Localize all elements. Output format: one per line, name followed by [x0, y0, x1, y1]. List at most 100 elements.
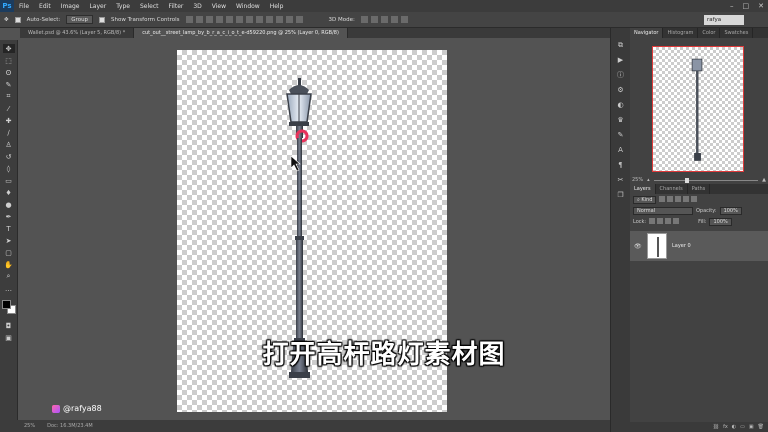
history-panel-icon[interactable]: ⧉ — [616, 40, 626, 50]
opacity-field[interactable]: 100% — [719, 206, 742, 215]
styles-panel-icon[interactable]: ♛ — [616, 115, 626, 125]
link-layers-icon[interactable]: ⛓ — [713, 424, 719, 430]
lock-icons[interactable] — [649, 217, 681, 226]
trash-icon[interactable]: 🗑 — [758, 424, 764, 430]
paragraph-panel-icon[interactable]: ¶ — [616, 160, 626, 170]
character-panel-icon[interactable]: A — [616, 145, 626, 155]
zoom-out-icon[interactable]: ▴ — [647, 177, 650, 183]
pen-tool-icon[interactable]: ✒ — [3, 212, 15, 221]
close-button[interactable]: ✕ — [758, 2, 764, 10]
menu-item-help[interactable]: Help — [265, 3, 289, 10]
auto-select-target-dropdown[interactable]: Group — [66, 15, 94, 24]
tab-swatches[interactable]: Swatches — [720, 28, 754, 38]
eyedropper-tool-icon[interactable]: ⁄ — [3, 104, 15, 113]
menu-item-file[interactable]: File — [14, 3, 34, 10]
mask-icon[interactable]: ◐ — [732, 424, 736, 430]
zoom-readout[interactable]: 25% — [24, 423, 35, 429]
menu-item-select[interactable]: Select — [135, 3, 164, 10]
layer-row-layer-0[interactable]: 👁 Layer 0 — [630, 231, 768, 261]
tab-color[interactable]: Color — [698, 28, 721, 38]
eraser-tool-icon[interactable]: ◊ — [3, 164, 15, 173]
type-tool-icon[interactable]: T — [3, 224, 15, 233]
menu-item-3d[interactable]: 3D — [188, 3, 206, 10]
menu-item-layer[interactable]: Layer — [84, 3, 111, 10]
layer-thumbnail — [647, 233, 667, 259]
tab-paths[interactable]: Paths — [688, 184, 711, 194]
show-transform-checkbox[interactable] — [99, 16, 106, 23]
watermark-text: @rafya88 — [63, 404, 102, 413]
shape-tool-icon[interactable]: ▢ — [3, 248, 15, 257]
menu-item-image[interactable]: Image — [56, 3, 85, 10]
navigator-zoom-value[interactable]: 25% — [632, 177, 643, 183]
show-transform-label: Show Transform Controls — [111, 16, 180, 23]
blur-tool-icon[interactable]: ♦ — [3, 188, 15, 197]
marquee-tool-icon[interactable]: ⬚ — [3, 56, 15, 65]
auto-select-label: Auto-Select: — [26, 16, 61, 23]
tab-layers[interactable]: Layers — [630, 184, 656, 194]
status-bar: 25% Doc: 16.3M/23.4M — [0, 420, 610, 432]
fill-field[interactable]: 100% — [709, 217, 732, 226]
navigator-lamp-thumbnail — [691, 58, 703, 161]
tab-navigator[interactable]: Navigator — [630, 28, 664, 38]
layer-filter-row: ⌕ Kind — [630, 194, 768, 205]
crop-tool-icon[interactable]: ⌗ — [3, 92, 15, 101]
brush-tool-icon[interactable]: ∕ — [3, 128, 15, 137]
adjustment-layer-icon[interactable]: ▭ — [740, 424, 745, 430]
dodge-tool-icon[interactable]: ● — [3, 200, 15, 209]
zoom-in-icon[interactable]: ▲ — [762, 177, 766, 183]
healing-tool-icon[interactable]: ✚ — [3, 116, 15, 125]
actions-panel-icon[interactable]: ▶ — [616, 55, 626, 65]
menu-item-window[interactable]: Window — [231, 3, 265, 10]
workspace-selector[interactable]: rafya — [704, 15, 744, 25]
lock-row: Lock: Fill: 100% — [630, 216, 768, 227]
visibility-eye-icon[interactable]: 👁 — [634, 243, 642, 250]
blend-mode-dropdown[interactable]: Normal — [633, 206, 693, 215]
move-tool-icon[interactable]: ✥ — [2, 44, 15, 53]
navigator-panel: 25% ▴ ▲ — [630, 38, 768, 184]
layer-name[interactable]: Layer 0 — [672, 243, 691, 249]
hand-tool-icon[interactable]: ✋ — [3, 260, 15, 269]
gradient-tool-icon[interactable]: ▭ — [3, 176, 15, 185]
filter-icons[interactable] — [659, 195, 699, 204]
quick-select-tool-icon[interactable]: ✎ — [3, 80, 15, 89]
navigator-zoom-slider[interactable] — [653, 177, 759, 183]
kind-filter-dropdown[interactable]: ⌕ Kind — [633, 195, 657, 204]
tab-street-lamp[interactable]: cut_out__street_lamp_by_b_r_a_c_i_o_t_e-… — [134, 28, 348, 38]
stamp-tool-icon[interactable]: ♙ — [3, 140, 15, 149]
zoom-tool-icon[interactable]: ⌕ — [3, 272, 15, 281]
navigator-preview[interactable] — [652, 46, 744, 172]
navigator-zoom: 25% ▴ ▲ — [632, 176, 766, 184]
layer-comps-icon[interactable]: ❐ — [616, 190, 626, 200]
auto-select-checkbox[interactable] — [14, 16, 21, 23]
menu-item-filter[interactable]: Filter — [164, 3, 189, 10]
info-panel-icon[interactable]: ⓘ — [616, 70, 626, 80]
menu-item-type[interactable]: Type — [111, 3, 135, 10]
panel-icon-strip: ⧉ ▶ ⓘ ⚙ ◐ ♛ ✎ A ¶ ✂ ❐ — [610, 28, 630, 432]
color-swatches[interactable] — [1, 300, 16, 314]
more-tools-icon[interactable]: … — [3, 284, 15, 293]
path-select-tool-icon[interactable]: ➤ — [3, 236, 15, 245]
layers-tabs: Layers Channels Paths — [630, 184, 768, 194]
quick-mask-icon[interactable]: ◘ — [3, 321, 15, 330]
maximize-button[interactable]: □ — [743, 2, 750, 10]
tab-channels[interactable]: Channels — [656, 184, 688, 194]
navigator-tabs: Navigator Histogram Color Swatches — [630, 28, 768, 38]
tool-presets-icon[interactable]: ✂ — [616, 175, 626, 185]
menu-item-view[interactable]: View — [207, 3, 231, 10]
lasso-tool-icon[interactable]: ʘ — [3, 68, 15, 77]
fx-icon[interactable]: fx — [723, 424, 728, 430]
menu-item-edit[interactable]: Edit — [34, 3, 56, 10]
brush-panel-icon[interactable]: ✎ — [616, 130, 626, 140]
new-layer-icon[interactable]: ▣ — [749, 424, 754, 430]
tab-histogram[interactable]: Histogram — [663, 28, 699, 38]
properties-panel-icon[interactable]: ⚙ — [616, 85, 626, 95]
foreground-color-swatch[interactable] — [1, 300, 11, 309]
3d-mode-icons[interactable] — [360, 16, 408, 23]
align-icons[interactable] — [185, 16, 303, 23]
layers-footer: ⛓ fx ◐ ▭ ▣ 🗑 — [630, 422, 768, 432]
instagram-icon — [52, 404, 60, 413]
history-brush-tool-icon[interactable]: ↺ — [3, 152, 15, 161]
minimize-button[interactable]: – — [730, 2, 734, 10]
tab-wallet[interactable]: Wallet.psd @ 43.6% (Layer 5, RGB/8) * — [20, 28, 135, 38]
adjustments-panel-icon[interactable]: ◐ — [616, 100, 626, 110]
